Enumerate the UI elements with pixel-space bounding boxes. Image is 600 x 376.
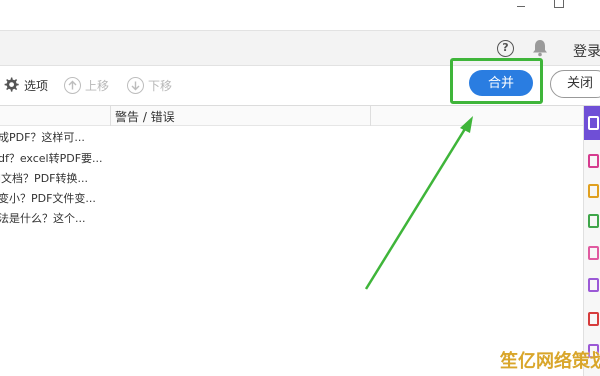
table-header: 警告 / 错误	[0, 106, 583, 126]
tool-icon[interactable]	[588, 214, 599, 228]
tool-icon[interactable]	[588, 154, 599, 168]
move-down-label: 下移	[148, 78, 173, 93]
move-down-button[interactable]: 下移	[127, 75, 172, 95]
tool-icon[interactable]	[588, 312, 599, 326]
arrow-up-icon	[64, 76, 81, 94]
login-link[interactable]: 登录	[573, 41, 600, 61]
file-row[interactable]: df？excel转PDF要...	[0, 150, 103, 166]
highlight-box	[450, 58, 543, 104]
document-icon	[588, 116, 599, 130]
title-bar	[0, 0, 600, 30]
tool-icon[interactable]	[588, 184, 599, 198]
column-warning-header[interactable]: 警告 / 错误	[115, 108, 175, 125]
column-divider[interactable]	[370, 106, 371, 126]
move-up-button[interactable]: 上移	[64, 75, 109, 95]
options-button[interactable]: 选项	[2, 75, 48, 95]
file-row[interactable]: l文档？PDF转换...	[0, 170, 88, 186]
file-row[interactable]: 成PDF？这样可...	[0, 129, 85, 145]
move-up-label: 上移	[85, 78, 110, 93]
rail-active-tool[interactable]	[584, 106, 600, 140]
tools-rail	[583, 106, 600, 376]
minimize-button[interactable]	[514, 2, 528, 10]
tool-icon[interactable]	[588, 246, 599, 260]
file-row[interactable]: 法是什么？这个...	[0, 210, 86, 226]
maximize-button[interactable]	[554, 0, 564, 8]
close-button[interactable]: 关闭	[550, 70, 600, 98]
column-divider[interactable]	[110, 106, 111, 126]
arrow-down-icon	[127, 76, 144, 94]
gear-icon	[4, 77, 19, 92]
bell-icon[interactable]	[532, 39, 548, 57]
watermark: 笙亿网络策划	[500, 351, 600, 372]
tool-icon[interactable]	[588, 278, 599, 292]
options-label: 选项	[24, 78, 49, 93]
file-row[interactable]: 变小？PDF文件变...	[0, 190, 96, 206]
help-icon[interactable]: ?	[497, 40, 514, 57]
